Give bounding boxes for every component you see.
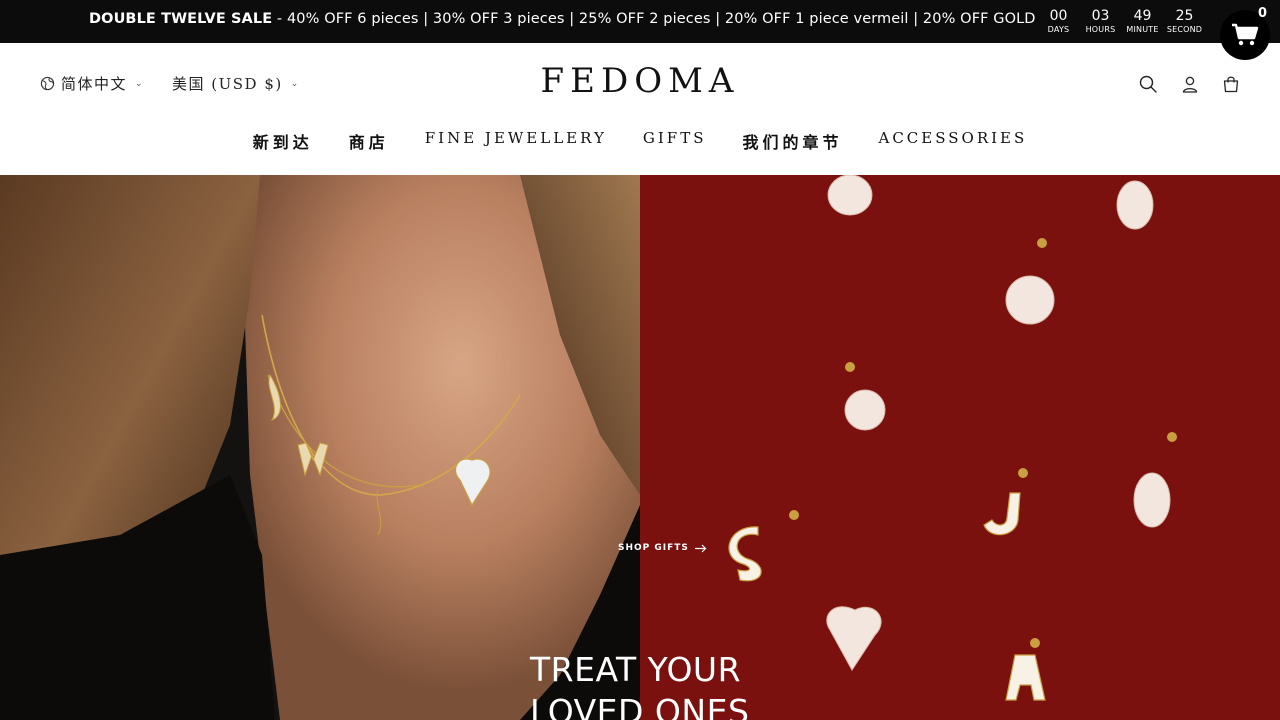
countdown-hours: 03 HOURS bbox=[1082, 8, 1119, 35]
countdown-seconds: 25 SECOND bbox=[1166, 8, 1203, 35]
countdown-days: 00 DAYS bbox=[1040, 8, 1077, 35]
charms-photo bbox=[640, 175, 1280, 720]
sale-details: - 40% OFF 6 pieces | 30% OFF 3 pieces | … bbox=[272, 11, 1036, 27]
nav-item-shop[interactable]: 商店 bbox=[331, 129, 407, 153]
hero-image-charms bbox=[640, 175, 1280, 720]
nav-item-new-arrivals[interactable]: 新到达 bbox=[235, 129, 331, 153]
bag-icon[interactable] bbox=[1221, 74, 1241, 94]
cart-icon bbox=[1232, 23, 1259, 46]
nav-item-fine-jewellery[interactable]: FINE JEWELLERY bbox=[407, 129, 625, 153]
hero-heading-line-2: LOVED ONES bbox=[530, 692, 750, 720]
sale-title: DOUBLE TWELVE SALE bbox=[89, 11, 273, 27]
nav-item-accessories[interactable]: ACCESSORIES bbox=[861, 129, 1046, 153]
countdown-minutes-value: 49 bbox=[1133, 8, 1152, 24]
nav-item-gifts[interactable]: GIFTS bbox=[625, 129, 725, 153]
countdown-minutes: 49 MINUTE bbox=[1124, 8, 1161, 35]
hero-banner: SHOP GIFTS TREAT YOUR LOVED ONES bbox=[0, 175, 1280, 720]
shop-gifts-link[interactable]: SHOP GIFTS bbox=[618, 543, 707, 553]
countdown-days-label: DAYS bbox=[1047, 25, 1070, 34]
cart-count: 0 bbox=[1257, 6, 1267, 21]
site-header: 简体中文 ⌄ 美国 (USD $) ⌄ FEDOMA 新到达 商店 FINE J… bbox=[0, 43, 1280, 175]
floating-cart-button[interactable]: 0 bbox=[1220, 6, 1270, 60]
search-icon[interactable] bbox=[1138, 74, 1158, 94]
hero-heading-line-1: TREAT YOUR bbox=[530, 650, 742, 689]
announcement-text: DOUBLE TWELVE SALE - 40% OFF 6 pieces | … bbox=[89, 11, 1036, 27]
hero-image-necklace bbox=[0, 175, 640, 720]
countdown-hours-label: HOURS bbox=[1085, 25, 1116, 34]
countdown-hours-value: 03 bbox=[1091, 8, 1110, 24]
announcement-bar: DOUBLE TWELVE SALE - 40% OFF 6 pieces | … bbox=[0, 0, 1280, 43]
necklace-photo bbox=[0, 175, 640, 720]
hero-heading: TREAT YOUR LOVED ONES bbox=[530, 649, 749, 720]
arrow-right-icon bbox=[694, 544, 707, 552]
countdown-seconds-value: 25 bbox=[1175, 8, 1194, 24]
site-logo[interactable]: FEDOMA bbox=[0, 61, 1280, 101]
nav-item-our-chapter[interactable]: 我们的章节 bbox=[724, 129, 860, 153]
countdown-timer: 00 DAYS 03 HOURS 49 MINUTE 25 SECOND bbox=[1040, 8, 1208, 35]
account-icon[interactable] bbox=[1180, 74, 1200, 94]
countdown-seconds-label: SECOND bbox=[1166, 25, 1203, 34]
countdown-days-value: 00 bbox=[1049, 8, 1068, 24]
main-navigation: 新到达 商店 FINE JEWELLERY GIFTS 我们的章节 ACCESS… bbox=[0, 129, 1280, 153]
countdown-minutes-label: MINUTE bbox=[1126, 25, 1159, 34]
shop-gifts-label: SHOP GIFTS bbox=[618, 543, 689, 553]
